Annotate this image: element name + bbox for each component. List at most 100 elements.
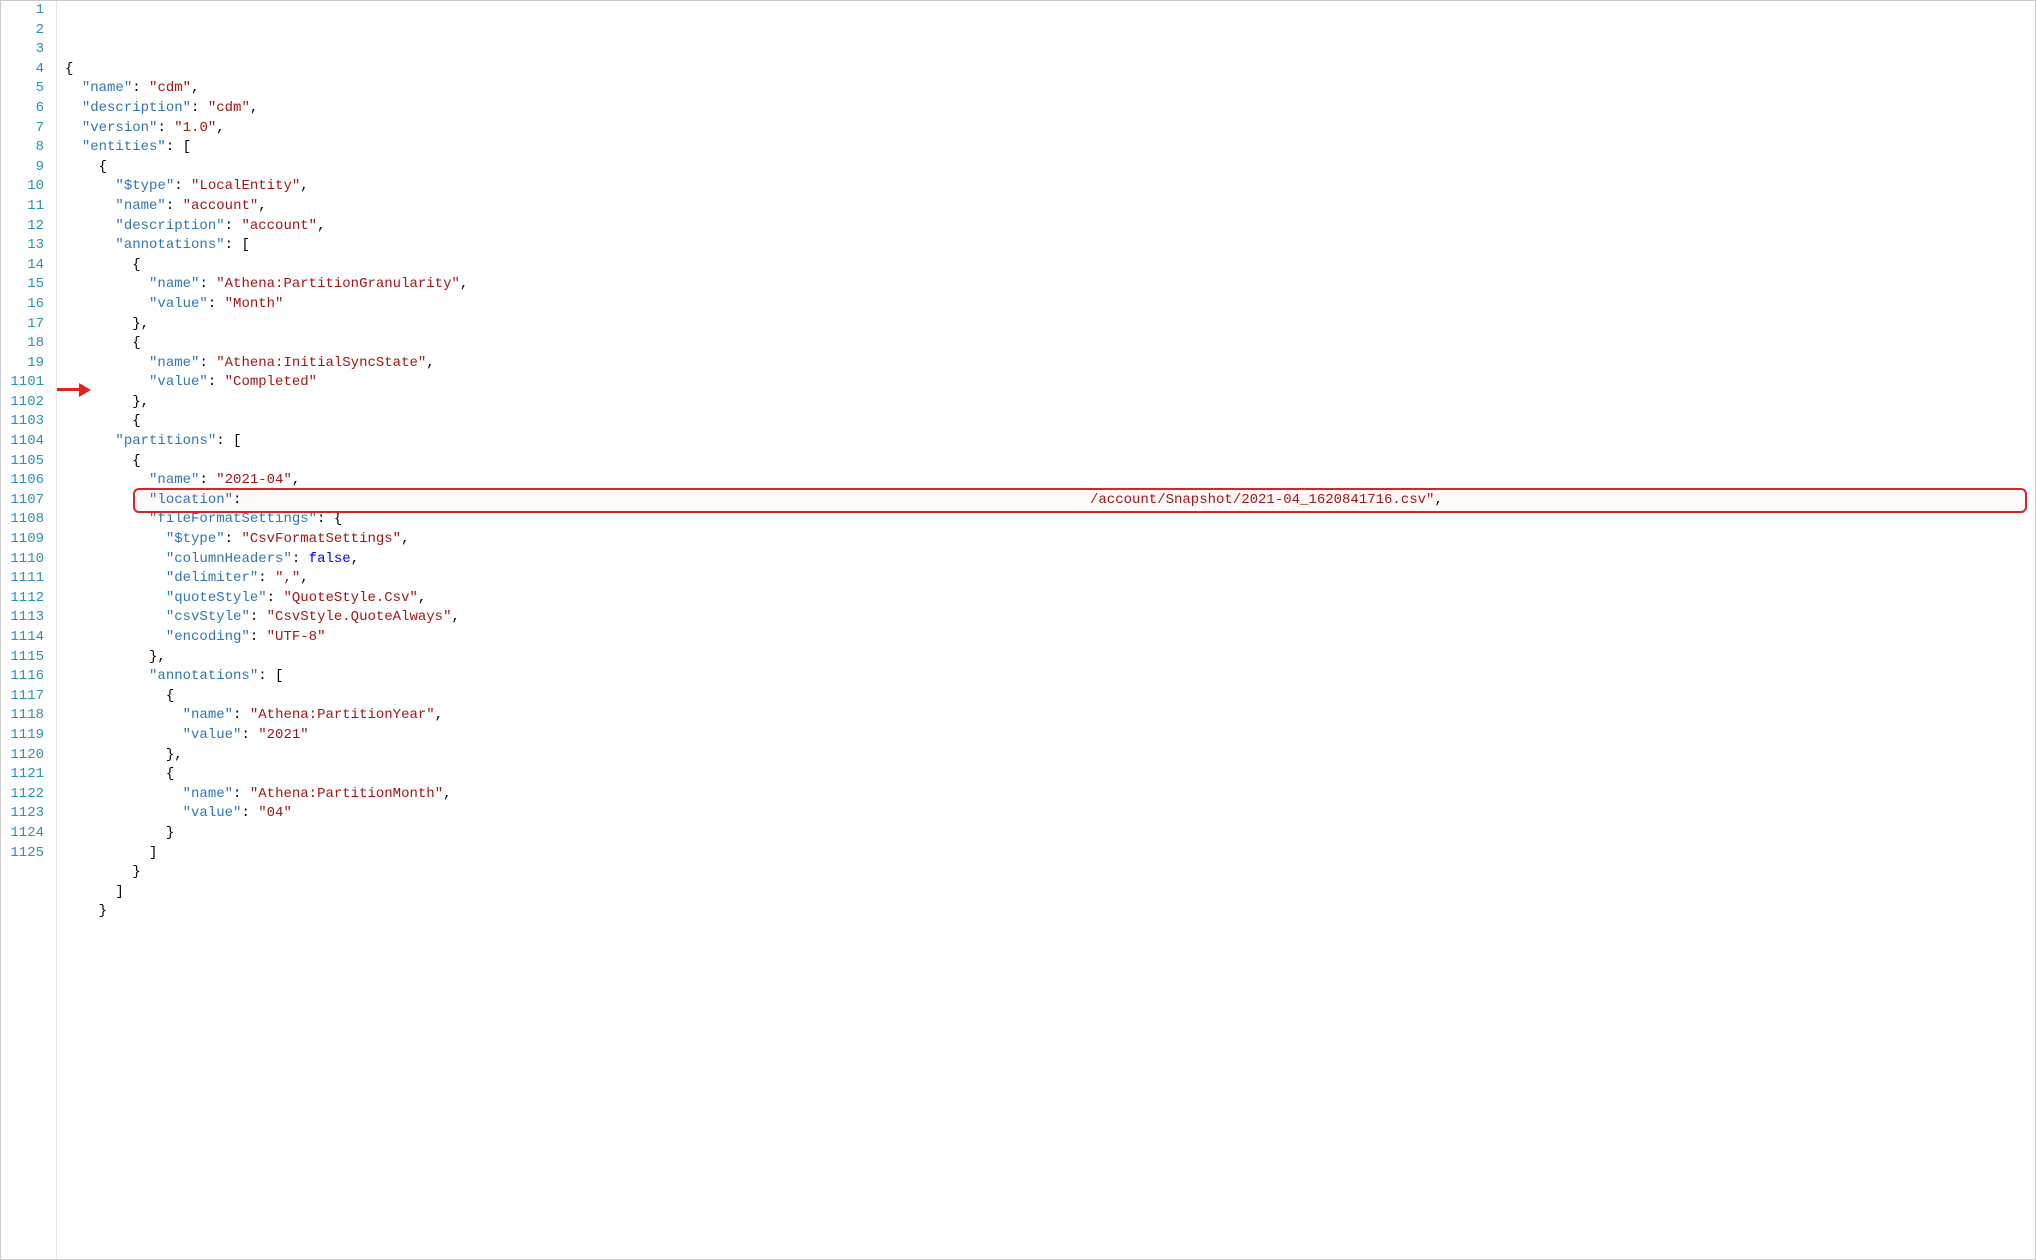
code-line[interactable]: } bbox=[65, 863, 2035, 883]
code-line[interactable]: { bbox=[65, 765, 2035, 785]
code-line[interactable]: "csvStyle": "CsvStyle.QuoteAlways", bbox=[65, 608, 2035, 628]
code-line[interactable]: "name": "Athena:PartitionYear", bbox=[65, 706, 2035, 726]
code-line[interactable]: ] bbox=[65, 844, 2035, 864]
token-punc: , bbox=[351, 551, 359, 567]
line-number: 1116 bbox=[9, 667, 44, 687]
token-punc: : bbox=[267, 590, 284, 606]
code-content[interactable]: { "name": "cdm", "description": "cdm", "… bbox=[57, 1, 2035, 1259]
token-sp bbox=[65, 316, 132, 332]
token-punc: }, bbox=[132, 394, 149, 410]
code-line[interactable]: }, bbox=[65, 746, 2035, 766]
code-line[interactable]: "location": /account/Snapshot/2021-04_16… bbox=[65, 491, 2035, 511]
code-line[interactable]: ] bbox=[65, 883, 2035, 903]
token-sp bbox=[65, 590, 166, 606]
token-punc: , bbox=[216, 120, 224, 136]
token-sp bbox=[65, 688, 166, 704]
token-key: "description" bbox=[115, 218, 224, 234]
line-number: 1104 bbox=[9, 432, 44, 452]
token-sp bbox=[65, 296, 149, 312]
code-line[interactable]: "description": "cdm", bbox=[65, 99, 2035, 119]
code-line[interactable]: "delimiter": ",", bbox=[65, 569, 2035, 589]
line-number: 1120 bbox=[9, 746, 44, 766]
token-sp bbox=[65, 433, 115, 449]
code-line[interactable]: "name": "account", bbox=[65, 197, 2035, 217]
code-line[interactable]: }, bbox=[65, 315, 2035, 335]
code-line[interactable]: "encoding": "UTF-8" bbox=[65, 628, 2035, 648]
line-number: 1123 bbox=[9, 804, 44, 824]
line-number: 1117 bbox=[9, 687, 44, 707]
line-number: 1105 bbox=[9, 452, 44, 472]
code-line[interactable]: "name": "Athena:PartitionMonth", bbox=[65, 785, 2035, 805]
code-line[interactable]: "description": "account", bbox=[65, 217, 2035, 237]
code-line[interactable]: "columnHeaders": false, bbox=[65, 550, 2035, 570]
token-punc: : bbox=[208, 296, 225, 312]
token-punc: , bbox=[401, 531, 409, 547]
line-number: 1103 bbox=[9, 412, 44, 432]
token-sp bbox=[65, 237, 115, 253]
code-line[interactable]: "annotations": [ bbox=[65, 667, 2035, 687]
line-number-gutter: 1234567891011121314151617181911011102110… bbox=[1, 1, 57, 1259]
token-key: "name" bbox=[183, 707, 233, 723]
code-line[interactable]: "name": "Athena:PartitionGranularity", bbox=[65, 275, 2035, 295]
token-sp bbox=[65, 786, 183, 802]
code-line[interactable]: }, bbox=[65, 648, 2035, 668]
line-number: 4 bbox=[9, 60, 44, 80]
code-line[interactable]: "quoteStyle": "QuoteStyle.Csv", bbox=[65, 589, 2035, 609]
code-line[interactable]: "value": "04" bbox=[65, 804, 2035, 824]
code-line[interactable]: "$type": "LocalEntity", bbox=[65, 177, 2035, 197]
code-line[interactable]: { bbox=[65, 158, 2035, 178]
token-str: "CsvStyle.QuoteAlways" bbox=[267, 609, 452, 625]
token-sp bbox=[65, 257, 132, 273]
token-sp bbox=[65, 198, 115, 214]
code-line[interactable]: { bbox=[65, 256, 2035, 276]
code-line[interactable]: "value": "Completed" bbox=[65, 373, 2035, 393]
token-sp bbox=[65, 727, 183, 743]
token-punc: : bbox=[250, 609, 267, 625]
token-sp bbox=[65, 453, 132, 469]
token-key: "entities" bbox=[82, 139, 166, 155]
token-punc: : bbox=[233, 786, 250, 802]
token-str: "Athena:PartitionGranularity" bbox=[216, 276, 460, 292]
code-line[interactable]: } bbox=[65, 824, 2035, 844]
code-line[interactable]: "name": "2021-04", bbox=[65, 471, 2035, 491]
token-punc: , bbox=[258, 198, 266, 214]
token-punc: , bbox=[191, 80, 199, 96]
code-line[interactable]: "partitions": [ bbox=[65, 432, 2035, 452]
token-sp bbox=[65, 825, 166, 841]
code-line[interactable]: { bbox=[65, 412, 2035, 432]
token-str: "1.0" bbox=[174, 120, 216, 136]
code-line[interactable]: }, bbox=[65, 393, 2035, 413]
token-sp bbox=[65, 609, 166, 625]
token-punc: , bbox=[300, 178, 308, 194]
line-number: 1109 bbox=[9, 530, 44, 550]
code-line[interactable]: { bbox=[65, 452, 2035, 472]
code-line[interactable]: "fileFormatSettings": { bbox=[65, 510, 2035, 530]
token-str: "UTF-8" bbox=[267, 629, 326, 645]
token-punc: : bbox=[258, 570, 275, 586]
token-sp bbox=[65, 139, 82, 155]
token-punc: , bbox=[300, 570, 308, 586]
code-line[interactable]: "$type": "CsvFormatSettings", bbox=[65, 530, 2035, 550]
code-line[interactable]: "name": "Athena:InitialSyncState", bbox=[65, 354, 2035, 374]
token-sp bbox=[65, 766, 166, 782]
code-line[interactable]: "name": "cdm", bbox=[65, 79, 2035, 99]
line-number: 1114 bbox=[9, 628, 44, 648]
code-line[interactable]: "entities": [ bbox=[65, 138, 2035, 158]
code-line[interactable]: "value": "Month" bbox=[65, 295, 2035, 315]
code-editor[interactable]: 1234567891011121314151617181911011102110… bbox=[0, 0, 2036, 1260]
token-key: "description" bbox=[82, 100, 191, 116]
token-key: "name" bbox=[183, 786, 233, 802]
code-line[interactable]: "version": "1.0", bbox=[65, 119, 2035, 139]
line-number: 1119 bbox=[9, 726, 44, 746]
code-line[interactable]: "value": "2021" bbox=[65, 726, 2035, 746]
code-line[interactable]: } bbox=[65, 902, 2035, 922]
code-line[interactable]: "annotations": [ bbox=[65, 236, 2035, 256]
code-line[interactable]: { bbox=[65, 687, 2035, 707]
code-line[interactable]: { bbox=[65, 334, 2035, 354]
token-punc: { bbox=[65, 61, 73, 77]
code-line[interactable]: { bbox=[65, 60, 2035, 80]
token-sp bbox=[65, 413, 132, 429]
line-number: 15 bbox=[9, 275, 44, 295]
token-punc: : [ bbox=[225, 237, 250, 253]
token-str: "cdm" bbox=[149, 80, 191, 96]
